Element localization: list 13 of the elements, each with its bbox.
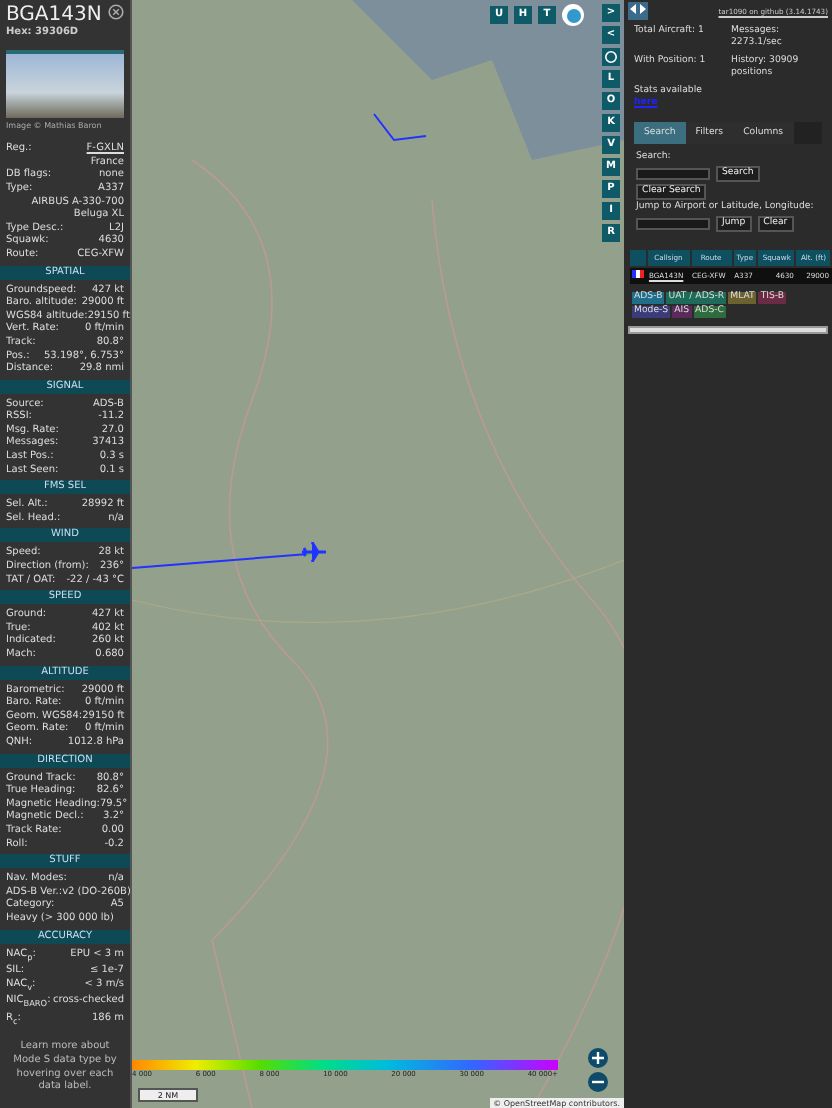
close-icon[interactable] [108,4,124,20]
aircraft-callsign: BGA143N [6,4,102,26]
airplane-icon[interactable] [302,542,326,562]
minus-icon [592,1080,604,1084]
plus-icon [592,1052,604,1064]
arrows-icon [630,4,646,14]
search-field[interactable] [636,168,710,180]
scrollbar[interactable] [628,326,828,334]
settings-icon[interactable] [602,48,620,66]
jump-field[interactable] [636,218,710,230]
flag-icon [631,270,643,278]
photo-placeholder [6,49,124,118]
panel-toggle-button[interactable] [628,2,648,20]
